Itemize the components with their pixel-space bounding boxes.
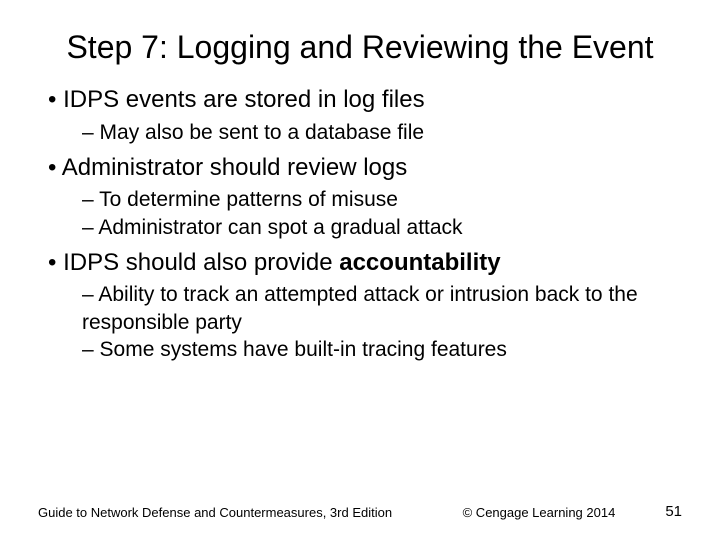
bullet-3-sublist: Ability to track an attempted attack or … — [48, 281, 682, 363]
bullet-1: IDPS events are stored in log files May … — [48, 84, 682, 146]
bullet-3-text-a: IDPS should also provide — [63, 249, 339, 276]
footer-source: Guide to Network Defense and Countermeas… — [38, 505, 433, 520]
bullet-3: IDPS should also provide accountability … — [48, 247, 682, 363]
slide-title: Step 7: Logging and Reviewing the Event — [38, 28, 682, 66]
footer: Guide to Network Defense and Countermeas… — [38, 503, 682, 520]
footer-page-number: 51 — [615, 503, 682, 520]
bullet-1-text: IDPS events are stored in log files — [63, 86, 425, 113]
bullet-1-sublist: May also be sent to a database file — [48, 119, 682, 146]
bullet-3-text-b: accountability — [339, 249, 500, 276]
bullet-2: Administrator should review logs To dete… — [48, 152, 682, 241]
bullet-3-sub-1: Ability to track an attempted attack or … — [82, 281, 682, 336]
bullet-3-sub-2: Some systems have built-in tracing featu… — [82, 336, 682, 363]
bullet-1-sub-1: May also be sent to a database file — [82, 119, 682, 146]
bullet-list: IDPS events are stored in log files May … — [38, 84, 682, 363]
slide: Step 7: Logging and Reviewing the Event … — [0, 0, 720, 540]
bullet-2-text: Administrator should review logs — [62, 154, 407, 181]
bullet-2-sub-2: Administrator can spot a gradual attack — [82, 214, 682, 241]
bullet-2-sub-1: To determine patterns of misuse — [82, 186, 682, 213]
bullet-2-sublist: To determine patterns of misuse Administ… — [48, 186, 682, 241]
footer-copyright: © Cengage Learning 2014 — [433, 505, 616, 520]
